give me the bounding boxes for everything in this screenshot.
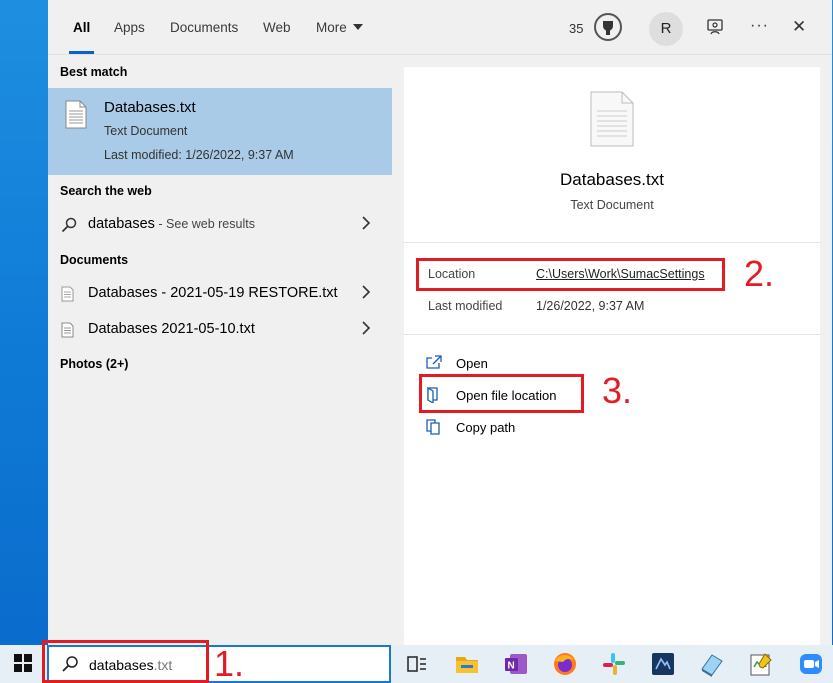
best-match-type: Text Document: [104, 124, 188, 138]
tab-more-label: More: [316, 20, 347, 35]
annotation-number-2: 2.: [744, 253, 775, 294]
notes-app-icon[interactable]: [699, 651, 725, 677]
chevron-right-icon[interactable]: [361, 319, 371, 342]
divider: [404, 334, 820, 335]
chevron-down-icon: [352, 24, 363, 30]
annotation-number-1: 1.: [214, 643, 245, 683]
text-document-icon: [65, 100, 87, 134]
best-match-modified: Last modified: 1/26/2022, 9:37 AM: [104, 148, 294, 162]
feedback-icon[interactable]: [707, 18, 725, 39]
web-query-suffix: - See web results: [154, 217, 255, 231]
tab-all[interactable]: All: [68, 20, 95, 54]
list-item[interactable]: Databases 2021-05-10.txt: [48, 313, 392, 347]
divider: [404, 242, 820, 243]
text-document-icon: [590, 91, 634, 152]
search-header: All Apps Documents Web More 35 R ··· ✕: [48, 0, 832, 55]
copy-path-label: Copy path: [456, 420, 516, 435]
open-label: Open: [456, 356, 488, 371]
file-explorer-icon[interactable]: [454, 651, 480, 677]
more-options-icon[interactable]: ···: [750, 17, 769, 35]
photos-heading[interactable]: Photos (2+): [60, 357, 128, 371]
sql-tool-icon[interactable]: [650, 651, 676, 677]
search-icon: [61, 217, 77, 238]
best-match-name: Databases.txt: [104, 99, 196, 116]
text-document-icon: [61, 322, 74, 343]
document-name: Databases 2021-05-10.txt: [88, 321, 255, 337]
best-match-item[interactable]: Databases.txt Text Document Last modifie…: [48, 88, 392, 175]
documents-heading: Documents: [60, 253, 129, 267]
last-modified-value: 1/26/2022, 9:37 AM: [536, 299, 645, 313]
annotation-box-3: [419, 374, 584, 413]
zoom-icon[interactable]: [798, 651, 824, 677]
trophy-icon[interactable]: [593, 12, 623, 45]
chevron-right-icon[interactable]: [361, 214, 371, 237]
web-query: databases: [88, 216, 155, 232]
preview-pane: Databases.txt Text Document Location C:\…: [404, 67, 820, 645]
search-web-heading: Search the web: [60, 184, 152, 198]
annotation-box-2: [416, 258, 725, 291]
copy-icon: [426, 419, 441, 440]
svg-text:N: N: [508, 661, 515, 672]
tab-documents[interactable]: Documents: [170, 20, 238, 54]
web-search-result[interactable]: databases - See web results: [48, 208, 392, 242]
onenote-icon[interactable]: N: [503, 651, 529, 677]
annotation-box-1: [42, 640, 209, 683]
best-match-heading: Best match: [60, 65, 128, 79]
document-name: Databases - 2021-05-19 RESTORE.txt: [88, 285, 338, 301]
text-document-icon: [61, 286, 74, 307]
open-icon: [426, 355, 442, 374]
rewards-points: 35: [569, 21, 584, 36]
tab-apps[interactable]: Apps: [114, 20, 145, 54]
task-view-icon[interactable]: [404, 651, 430, 677]
chevron-right-icon[interactable]: [361, 283, 371, 306]
windows-start-icon[interactable]: [13, 653, 39, 679]
results-list: Best match Databases.txt Text Document L…: [48, 55, 392, 645]
avatar[interactable]: R: [649, 12, 683, 46]
firefox-icon[interactable]: [552, 651, 578, 677]
slack-icon[interactable]: [601, 651, 627, 677]
preview-title: Databases.txt: [560, 170, 664, 189]
editor-app-icon[interactable]: [748, 651, 774, 677]
annotation-number-3: 3.: [602, 370, 633, 411]
preview-type: Text Document: [570, 198, 654, 212]
last-modified-label: Last modified: [428, 299, 503, 313]
tab-more[interactable]: More: [316, 20, 363, 54]
tab-web[interactable]: Web: [263, 20, 291, 54]
list-item[interactable]: Databases - 2021-05-19 RESTORE.txt: [48, 277, 392, 311]
search-panel: All Apps Documents Web More 35 R ··· ✕ B…: [48, 0, 832, 645]
close-icon[interactable]: ✕: [792, 17, 806, 37]
